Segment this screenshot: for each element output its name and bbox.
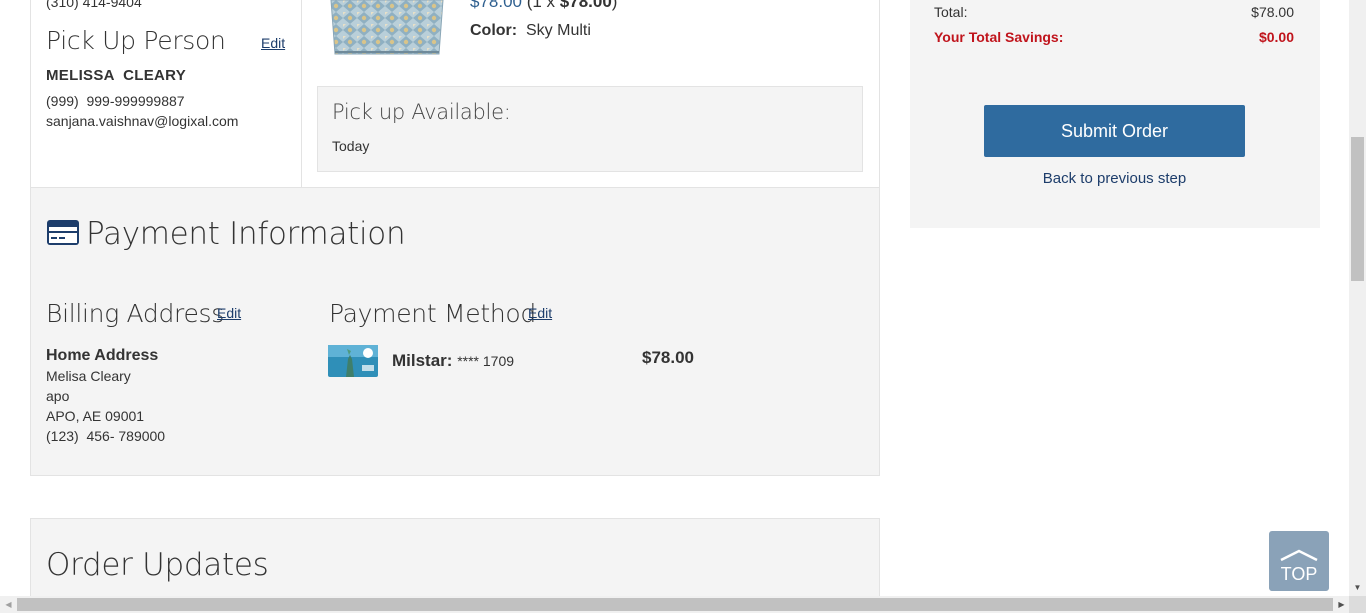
divider — [301, 0, 302, 187]
credit-card-icon — [46, 219, 80, 246]
chevron-up-icon — [1280, 549, 1318, 562]
scroll-left-arrow-icon[interactable]: ◀ — [0, 596, 17, 613]
back-to-top-button[interactable]: TOP — [1269, 531, 1329, 591]
pickup-edit-link[interactable]: Edit — [261, 35, 285, 51]
billing-edit-link[interactable]: Edit — [217, 305, 241, 321]
milstar-card-icon — [328, 345, 378, 377]
pickup-person-title: Pick Up Person — [46, 26, 226, 55]
scroll-right-arrow-icon[interactable]: ▶ — [1333, 596, 1350, 613]
store-phone: (310) 414-9404 — [46, 0, 142, 10]
pickup-person-name: MELISSA CLEARY — [46, 67, 187, 84]
vertical-scrollbar[interactable] — [1349, 0, 1366, 596]
pickup-available-title: Pick up Available: — [332, 100, 511, 124]
back-to-top-label: TOP — [1280, 564, 1318, 584]
billing-address-line: Melisa Cleary — [46, 368, 131, 384]
payment-method-title: Payment Method — [329, 299, 536, 328]
product-image[interactable] — [329, 0, 445, 56]
total-label: Total: — [934, 4, 968, 20]
horizontal-scrollbar-thumb[interactable] — [17, 598, 1333, 611]
product-color: Color: Sky Multi — [470, 22, 591, 39]
pickup-person-phone: (999) 999-999999887 — [46, 93, 185, 109]
back-to-previous-step-link[interactable]: Back to previous step — [984, 170, 1245, 187]
product-price: $78.00 (1 x $78.00) — [470, 0, 618, 11]
vertical-scrollbar-thumb[interactable] — [1351, 137, 1364, 281]
submit-order-button[interactable]: Submit Order — [984, 105, 1245, 157]
savings-label: Your Total Savings: — [934, 29, 1064, 45]
payment-card-info: Milstar: **** 1709 — [392, 351, 515, 370]
scroll-down-arrow-icon[interactable]: ▼ — [1349, 580, 1366, 595]
scrollbar-corner — [1349, 596, 1366, 613]
pickup-person-email: sanjana.vaishnav@logixal.com — [46, 113, 239, 129]
payment-information-title: Payment Information — [86, 216, 406, 252]
billing-address-title: Billing Address — [46, 299, 225, 328]
pickup-available-value: Today — [332, 138, 370, 154]
savings-value: $0.00 — [1258, 29, 1294, 45]
billing-address-name: Home Address — [46, 347, 159, 364]
payment-method-edit-link[interactable]: Edit — [528, 305, 552, 321]
billing-address-line: apo — [46, 388, 70, 404]
pickup-available-box — [317, 86, 863, 172]
billing-address-line: (123) 456- 789000 — [46, 428, 166, 444]
payment-amount: $78.00 — [642, 348, 694, 367]
billing-address-line: APO, AE 09001 — [46, 408, 145, 424]
order-updates-title: Order Updates — [46, 547, 269, 583]
total-value: $78.00 — [1251, 4, 1294, 20]
